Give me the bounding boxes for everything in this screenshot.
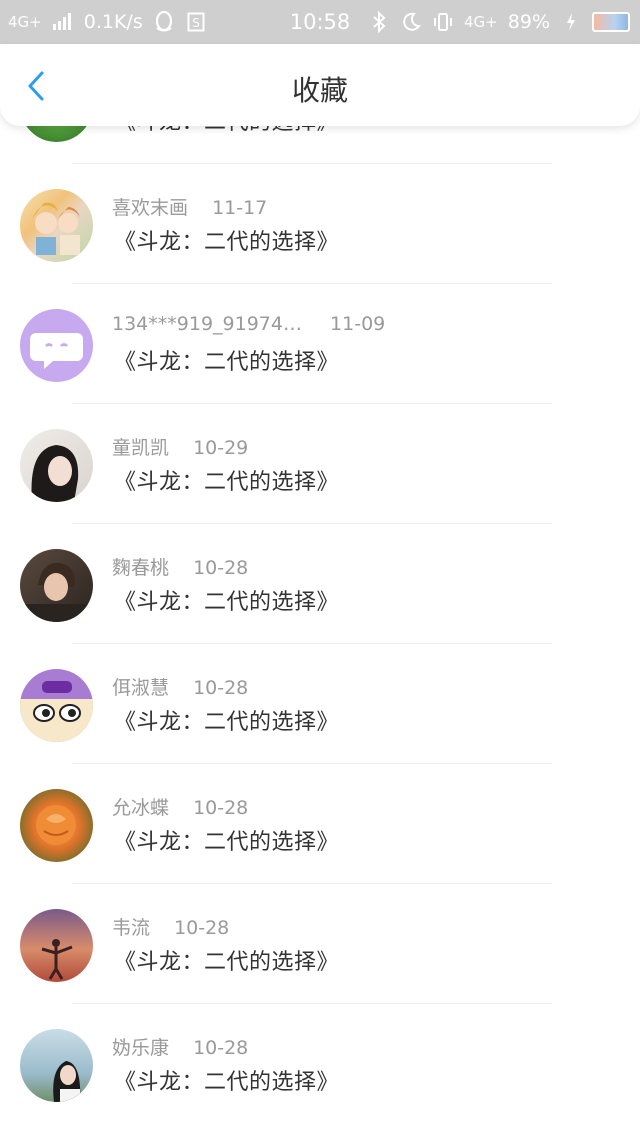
bluetooth-icon xyxy=(368,11,390,33)
qq-icon xyxy=(153,11,175,33)
avatar xyxy=(20,1029,93,1102)
svg-text:S: S xyxy=(192,16,200,30)
avatar xyxy=(20,309,93,382)
item-date: 10-28 xyxy=(193,1037,249,1059)
list-item[interactable]: 佴淑慧 10-28 《斗龙：二代的选择》 xyxy=(0,644,640,764)
item-meta: 佴淑慧 10-28 xyxy=(112,673,248,700)
item-title: 《斗龙：二代的选择》 xyxy=(114,230,340,255)
item-meta: 韦流 10-28 xyxy=(112,913,229,940)
item-date: 10-28 xyxy=(193,797,249,819)
item-date: 10-28 xyxy=(193,677,249,699)
avatar xyxy=(20,189,93,262)
user-name: 134***919_91974… xyxy=(112,313,302,335)
signal-icon xyxy=(52,11,74,33)
nav-header: 收藏 xyxy=(0,44,640,126)
status-right: 4G+ 89% xyxy=(368,0,630,44)
item-date: 11-09 xyxy=(330,313,386,335)
avatar xyxy=(20,909,93,982)
item-meta: 134***919_91974… 11-09 xyxy=(112,313,385,335)
item-date: 10-29 xyxy=(193,437,249,459)
item-title: 《斗龙：二代的选择》 xyxy=(114,830,340,855)
user-name: 喜欢末画 xyxy=(112,197,189,219)
battery-icon xyxy=(592,12,630,32)
item-title: 《斗龙：二代的选择》 xyxy=(114,1070,340,1095)
item-meta: 喜欢末画 11-17 xyxy=(112,193,267,220)
list-item[interactable]: 麴春桃 10-28 《斗龙：二代的选择》 xyxy=(0,524,640,644)
user-name: 妫乐康 xyxy=(112,1037,170,1059)
network-speed: 0.1K/s xyxy=(83,11,143,33)
list-item[interactable]: 童凯凯 10-29 《斗龙：二代的选择》 xyxy=(0,404,640,524)
item-title: 《斗龙：二代的选择》 xyxy=(114,470,340,495)
avatar xyxy=(20,669,93,742)
list-item[interactable]: 允冰蝶 10-28 《斗龙：二代的选择》 xyxy=(0,764,640,884)
network-label-2: 4G+ xyxy=(464,12,498,31)
avatar xyxy=(20,789,93,862)
s-app-icon: S xyxy=(185,11,207,33)
user-name: 佴淑慧 xyxy=(112,677,170,699)
item-title: 《斗龙：二代的选择》 xyxy=(114,950,340,975)
list-item[interactable]: 韦流 10-28 《斗龙：二代的选择》 xyxy=(0,884,640,1004)
charging-icon xyxy=(560,11,582,33)
item-date: 10-28 xyxy=(174,917,230,939)
avatar xyxy=(20,429,93,502)
user-name: 童凯凯 xyxy=(112,437,170,459)
list-item[interactable]: 妫乐康 10-28 《斗龙：二代的选择》 xyxy=(0,1004,640,1124)
item-date: 11-17 xyxy=(212,197,268,219)
network-label: 4G+ xyxy=(8,12,42,31)
moon-icon xyxy=(400,11,422,33)
item-meta: 允冰蝶 10-28 xyxy=(112,793,248,820)
avatar xyxy=(20,549,93,622)
list-item[interactable]: 喜欢末画 11-17 《斗龙：二代的选择》 xyxy=(0,164,640,284)
status-bar: 4G+ 0.1K/s S 10:58 4G+ 89% xyxy=(0,0,640,44)
user-name: 韦流 xyxy=(112,917,151,939)
item-meta: 麴春桃 10-28 xyxy=(112,553,248,580)
item-meta: 妫乐康 10-28 xyxy=(112,1033,248,1060)
item-title: 《斗龙：二代的选择》 xyxy=(114,350,340,375)
list-item[interactable]: 134***919_91974… 11-09 《斗龙：二代的选择》 xyxy=(0,284,640,404)
page-title: 收藏 xyxy=(291,74,348,107)
battery-percent: 89% xyxy=(507,11,550,33)
status-left: 4G+ 0.1K/s S xyxy=(8,0,207,44)
item-meta: 童凯凯 10-29 xyxy=(112,433,248,460)
item-title: 《斗龙：二代的选择》 xyxy=(114,710,340,735)
item-date: 10-28 xyxy=(193,557,249,579)
user-name: 允冰蝶 xyxy=(112,797,170,819)
item-title: 《斗龙：二代的选择》 xyxy=(114,590,340,615)
vibrate-icon xyxy=(432,11,454,33)
user-name: 麴春桃 xyxy=(112,557,170,579)
